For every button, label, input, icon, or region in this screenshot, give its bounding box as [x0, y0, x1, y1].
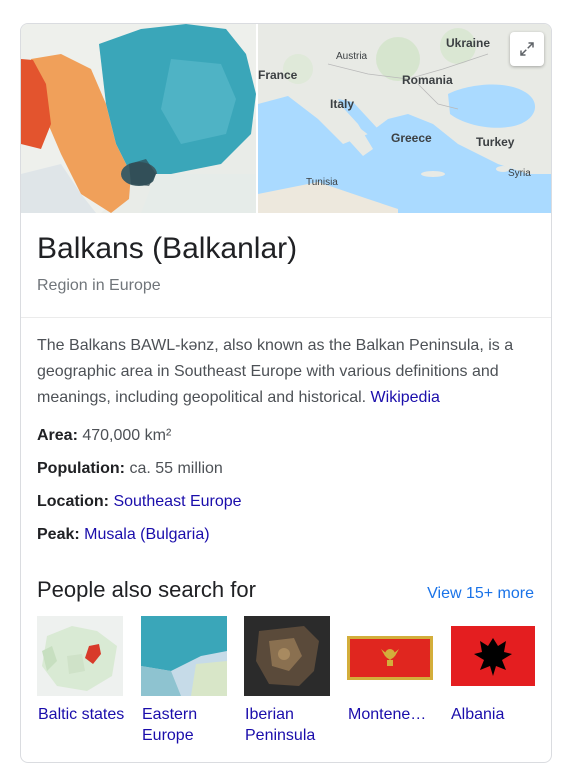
people-also-search-carousel: Baltic states Eastern Europe Iberian Pen…	[37, 616, 537, 746]
pasf-tile-albania[interactable]: Albania	[450, 616, 540, 746]
peak-link[interactable]: Musala (Bulgaria)	[84, 526, 209, 543]
balkans-historical-map[interactable]	[21, 24, 256, 213]
map-label-turkey: Turkey	[476, 135, 515, 149]
map-label-ukraine: Ukraine	[446, 36, 491, 50]
albania-flag	[450, 616, 536, 696]
description-text: The Balkans BAWL-kənz, also known as the…	[37, 337, 514, 406]
pasf-tile-baltic-states[interactable]: Baltic states	[37, 616, 127, 746]
view-more-link[interactable]: View 15+ more	[427, 584, 534, 604]
map-label-france: France	[258, 68, 298, 82]
wikipedia-link[interactable]: Wikipedia	[371, 389, 440, 406]
fact-location: Location: Southeast Europe	[37, 490, 242, 523]
map-label-tunisia: Tunisia	[306, 177, 338, 188]
balkans-reference-map[interactable]	[258, 24, 551, 213]
panel-title: Balkans (Balkanlar)	[37, 232, 298, 265]
map-label-austria: Austria	[336, 51, 368, 62]
panel-description: The Balkans BAWL-kənz, also known as the…	[37, 333, 537, 411]
hero-svg	[21, 24, 551, 213]
fact-area: Area: 470,000 km²	[37, 424, 242, 457]
map-label-italy: Italy	[330, 97, 355, 111]
fact-label: Location:	[37, 493, 109, 510]
map-label-romania: Romania	[402, 73, 453, 87]
pasf-label: Albania	[451, 706, 505, 723]
pasf-label: Montene…	[348, 706, 427, 723]
eastern-europe-map-thumbnail	[141, 616, 227, 696]
pasf-label: Iberian Peninsula	[245, 706, 316, 744]
panel-subtitle: Region in Europe	[37, 277, 161, 294]
fact-label: Population:	[37, 460, 125, 477]
map-label-syria: Syria	[508, 168, 531, 179]
baltic-map-thumbnail	[37, 616, 123, 696]
iberian-satellite-thumbnail	[244, 616, 330, 696]
expand-icon	[520, 42, 534, 56]
pasf-label: Baltic states	[38, 706, 125, 723]
fact-value: ca. 55 million	[129, 460, 223, 477]
people-also-search-heading: People also search for	[37, 577, 256, 602]
fact-label: Peak:	[37, 526, 80, 543]
fact-population: Population: ca. 55 million	[37, 457, 242, 490]
hero-images[interactable]: Ukraine Austria France Romania Italy Gre…	[21, 24, 551, 213]
pasf-tile-eastern-europe[interactable]: Eastern Europe	[141, 616, 231, 746]
expand-button[interactable]	[510, 32, 544, 66]
location-link[interactable]: Southeast Europe	[113, 493, 241, 510]
pasf-label: Eastern Europe	[142, 706, 198, 744]
fact-peak: Peak: Musala (Bulgaria)	[37, 523, 242, 556]
facts-list: Area: 470,000 km² Population: ca. 55 mil…	[37, 424, 242, 556]
fact-value: 470,000 km²	[82, 427, 172, 444]
montenegro-flag	[347, 616, 433, 696]
knowledge-panel: Ukraine Austria France Romania Italy Gre…	[20, 23, 552, 763]
map-label-greece: Greece	[391, 131, 432, 145]
pasf-tile-montenegro[interactable]: Montene…	[347, 616, 437, 746]
divider	[21, 317, 551, 318]
pasf-tile-iberian-peninsula[interactable]: Iberian Peninsula	[244, 616, 334, 746]
fact-label: Area:	[37, 427, 78, 444]
